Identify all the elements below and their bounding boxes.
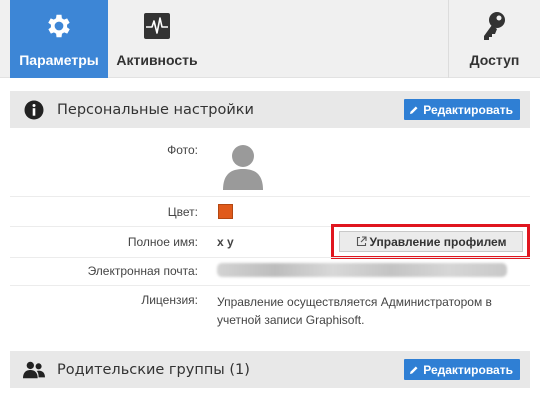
- tab-activity[interactable]: Активность: [108, 0, 206, 78]
- tab-access-label: Доступ: [469, 52, 520, 68]
- pencil-icon: [409, 105, 419, 115]
- edit-groups-button[interactable]: Редактировать: [404, 359, 520, 380]
- photo-label: Фото:: [167, 143, 198, 157]
- tab-settings-label: Параметры: [19, 52, 99, 68]
- personal-settings-title: Персональные настройки: [57, 101, 254, 118]
- edit-groups-label: Редактировать: [423, 362, 513, 377]
- parent-groups-title: Родительские группы (1): [57, 361, 250, 378]
- edit-personal-label: Редактировать: [423, 102, 513, 117]
- email-label: Электронная почта:: [87, 264, 198, 278]
- tab-bar: Параметры Активность Доступ: [0, 0, 540, 78]
- tab-activity-label: Активность: [116, 52, 198, 68]
- color-swatch: [218, 204, 233, 219]
- license-value: Управление осуществляется Администраторо…: [217, 295, 492, 327]
- divider: [10, 257, 530, 258]
- tab-access[interactable]: Доступ: [448, 0, 540, 78]
- fullname-value: x y: [217, 235, 234, 249]
- fullname-label: Полное имя:: [127, 235, 198, 249]
- personal-settings-header: Персональные настройки Редактировать: [10, 91, 530, 128]
- users-icon: [23, 359, 45, 381]
- pencil-icon: [409, 365, 419, 375]
- manage-profile-button[interactable]: Управление профилем: [339, 231, 523, 252]
- gear-icon: [43, 10, 75, 42]
- external-link-icon: [356, 236, 367, 247]
- color-label: Цвет:: [167, 205, 198, 219]
- info-icon: [23, 99, 45, 121]
- manage-profile-label: Управление профилем: [369, 234, 507, 249]
- tab-settings[interactable]: Параметры: [10, 0, 108, 78]
- parent-groups-header: Родительские группы (1) Редактировать: [10, 351, 530, 388]
- divider: [10, 196, 530, 197]
- edit-personal-button[interactable]: Редактировать: [404, 99, 520, 120]
- email-value-redacted: [217, 263, 507, 277]
- license-label: Лицензия:: [141, 293, 198, 307]
- avatar: [223, 145, 263, 190]
- key-icon: [479, 10, 511, 42]
- activity-icon: [141, 10, 173, 42]
- divider: [10, 285, 530, 286]
